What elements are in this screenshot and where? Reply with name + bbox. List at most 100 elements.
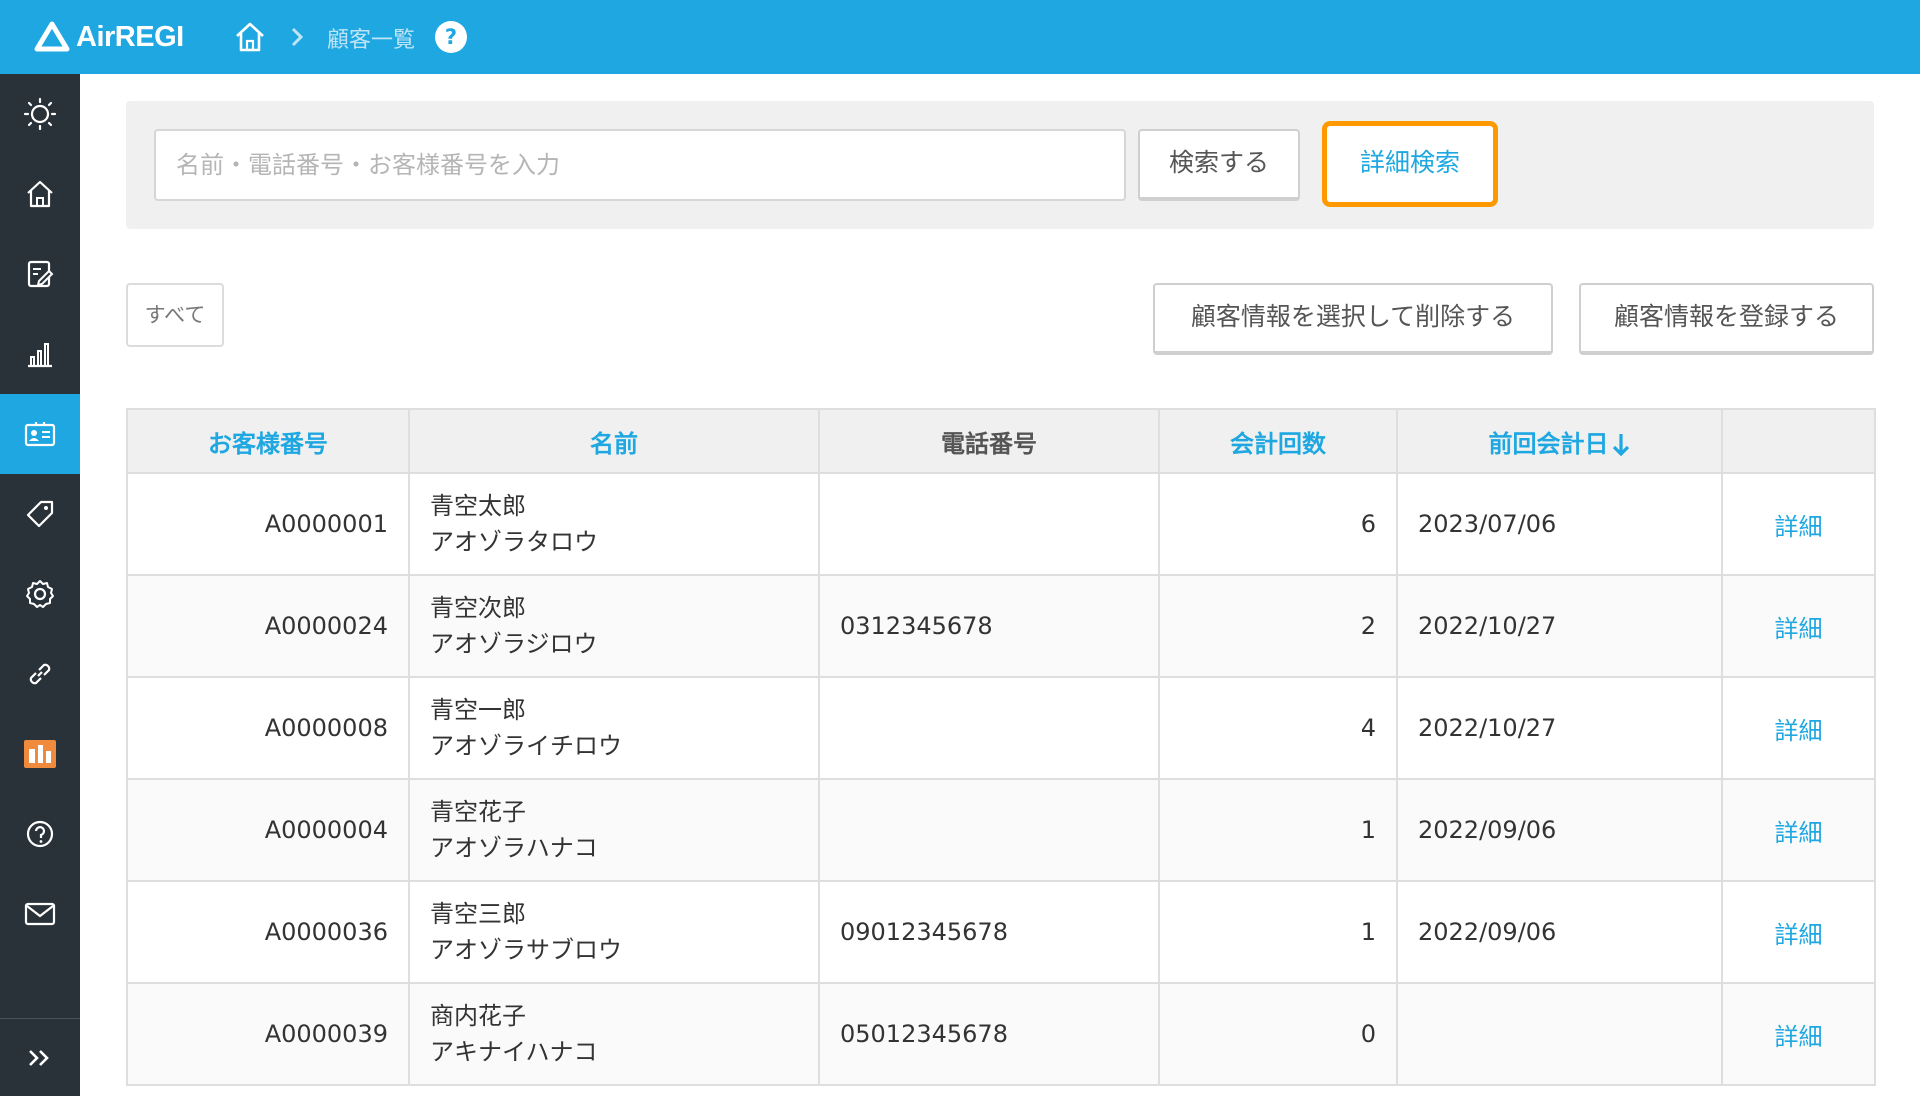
- table-row: A0000036 青空三郎 アオゾラサブロウ 09012345678 1 2022…: [126, 880, 1876, 984]
- mail-icon: [24, 902, 56, 926]
- advanced-search-button[interactable]: 詳細検索: [1322, 121, 1498, 207]
- customer-card-icon: [24, 422, 56, 447]
- help-icon[interactable]: ?: [435, 21, 467, 53]
- header-name[interactable]: 名前: [408, 408, 820, 474]
- customer-name: 青空一郎: [430, 696, 526, 724]
- delete-customers-button[interactable]: 顧客情報を選択して削除する: [1153, 283, 1553, 355]
- customer-name-cell: 商内花子アキナイハナコ: [408, 982, 820, 1086]
- table-row: A0000001 青空太郎アオゾラタロウ 6 2023/07/06 詳細: [126, 472, 1876, 576]
- customer-phone: [818, 778, 1160, 882]
- customer-phone: 0312345678: [818, 574, 1160, 678]
- gear-icon: [26, 580, 54, 608]
- table-row: A0000024 青空次郎アオゾラジロウ 0312345678 2 2022/1…: [126, 574, 1876, 678]
- sidebar-item-customers[interactable]: [0, 394, 80, 474]
- visit-count: 2: [1158, 574, 1398, 678]
- register-customer-button[interactable]: 顧客情報を登録する: [1579, 283, 1874, 355]
- sidebar-item-messages[interactable]: [0, 874, 80, 954]
- double-chevron-right-icon: [29, 1049, 49, 1066]
- sidebar-item-register[interactable]: [0, 234, 80, 314]
- header-visit-count[interactable]: 会計回数: [1158, 408, 1398, 474]
- customer-name: 青空三郎: [430, 900, 526, 928]
- detail-link[interactable]: 詳細: [1721, 982, 1876, 1086]
- customer-kana: アオゾラジロウ: [430, 630, 598, 658]
- visit-count: 1: [1158, 880, 1398, 984]
- edit-note-icon: [27, 260, 54, 288]
- bar-chart-icon: [28, 343, 52, 368]
- tag-icon: [26, 500, 54, 528]
- visit-count: 1: [1158, 778, 1398, 882]
- table-row: A0000039 商内花子 アキナイハナコ 05012345678 0 詳細: [126, 982, 1876, 1086]
- last-visit-date: [1396, 982, 1723, 1086]
- header-customer-number[interactable]: お客様番号: [126, 408, 410, 474]
- last-visit-date: 2022/09/06: [1396, 778, 1723, 882]
- customer-name: 青空太郎: [430, 492, 526, 520]
- customer-phone: 05012345678: [818, 982, 1160, 1086]
- sun-icon: [23, 97, 57, 131]
- table-body: A0000001 青空太郎アオゾラタロウ 6 2023/07/06 詳細 A00…: [126, 472, 1876, 1086]
- customer-kana: アオゾライチロウ: [430, 732, 622, 760]
- breadcrumb-chevron-icon: [291, 27, 304, 47]
- customer-name: 青空次郎: [430, 594, 526, 622]
- last-visit-date: 2022/09/06: [1396, 880, 1723, 984]
- search-panel: 検索する 詳細検索: [126, 101, 1874, 229]
- search-input[interactable]: [154, 129, 1126, 201]
- home-icon: [27, 180, 53, 208]
- customer-number: A0000004: [126, 778, 410, 882]
- sidebar-item-help[interactable]: [0, 794, 80, 874]
- table-row: A0000008 青空一郎アオゾライチロウ 4 2022/10/27 詳細: [126, 676, 1876, 780]
- sidebar-item-integrations[interactable]: [0, 634, 80, 714]
- help-icon: [26, 820, 54, 848]
- sidebar-item-settings[interactable]: [0, 554, 80, 634]
- customer-name: 青空花子: [430, 798, 526, 826]
- page-title: 顧客一覧: [327, 28, 416, 53]
- filter-all-button[interactable]: すべて: [126, 283, 224, 347]
- link-icon: [29, 663, 51, 685]
- detail-link[interactable]: 詳細: [1721, 676, 1876, 780]
- sort-descending-icon: [1612, 433, 1629, 456]
- customer-number: A0000024: [126, 574, 410, 678]
- airregi-logo[interactable]: AirREGI: [34, 18, 184, 56]
- customer-name-cell: 青空一郎アオゾライチロウ: [408, 676, 820, 780]
- visit-count: 4: [1158, 676, 1398, 780]
- customer-name-cell: 青空三郎 アオゾラサブロウ: [408, 880, 820, 984]
- customer-number: A0000001: [126, 472, 410, 576]
- sidebar-expand-button[interactable]: [0, 1019, 80, 1096]
- sidebar-item-store[interactable]: [0, 714, 80, 794]
- logo-triangle-icon: [34, 21, 70, 52]
- customer-number: A0000039: [126, 982, 410, 1086]
- table-header-row: お客様番号 名前 電話番号 会計回数 前回会計日: [126, 408, 1876, 474]
- header-phone: 電話番号: [818, 408, 1160, 474]
- store-icon: [24, 740, 56, 768]
- breadcrumb-home-icon[interactable]: [233, 20, 267, 54]
- customer-name-cell: 青空花子 アオゾラハナコ: [408, 778, 820, 882]
- customer-kana: アオゾラタロウ: [430, 528, 598, 556]
- customer-name-cell: 青空太郎アオゾラタロウ: [408, 472, 820, 576]
- customer-name-cell: 青空次郎アオゾラジロウ: [408, 574, 820, 678]
- customer-table: お客様番号 名前 電話番号 会計回数 前回会計日 A0000001 青空太郎アオ…: [126, 408, 1876, 1086]
- header-last-visit-date[interactable]: 前回会計日: [1396, 408, 1723, 474]
- customer-number: A0000036: [126, 880, 410, 984]
- sidebar-item-home[interactable]: [0, 154, 80, 234]
- search-button[interactable]: 検索する: [1138, 129, 1300, 201]
- table-row: A0000004 青空花子 アオゾラハナコ 1 2022/09/06 詳細: [126, 778, 1876, 882]
- sidebar: [0, 74, 80, 1096]
- last-visit-date: 2022/10/27: [1396, 574, 1723, 678]
- customer-kana: アキナイハナコ: [430, 1038, 598, 1066]
- sidebar-item-status[interactable]: [0, 74, 80, 154]
- last-visit-date: 2022/10/27: [1396, 676, 1723, 780]
- header-actions: [1721, 408, 1876, 474]
- sidebar-item-analytics[interactable]: [0, 314, 80, 394]
- top-header: AirREGI 顧客一覧 ?: [0, 0, 1920, 74]
- customer-phone: [818, 676, 1160, 780]
- last-visit-date: 2023/07/06: [1396, 472, 1723, 576]
- visit-count: 6: [1158, 472, 1398, 576]
- detail-link[interactable]: 詳細: [1721, 778, 1876, 882]
- customer-name: 商内花子: [430, 1002, 526, 1030]
- detail-link[interactable]: 詳細: [1721, 880, 1876, 984]
- sidebar-item-products[interactable]: [0, 474, 80, 554]
- customer-phone: [818, 472, 1160, 576]
- logo-text: AirREGI: [76, 20, 184, 53]
- customer-number: A0000008: [126, 676, 410, 780]
- detail-link[interactable]: 詳細: [1721, 574, 1876, 678]
- detail-link[interactable]: 詳細: [1721, 472, 1876, 576]
